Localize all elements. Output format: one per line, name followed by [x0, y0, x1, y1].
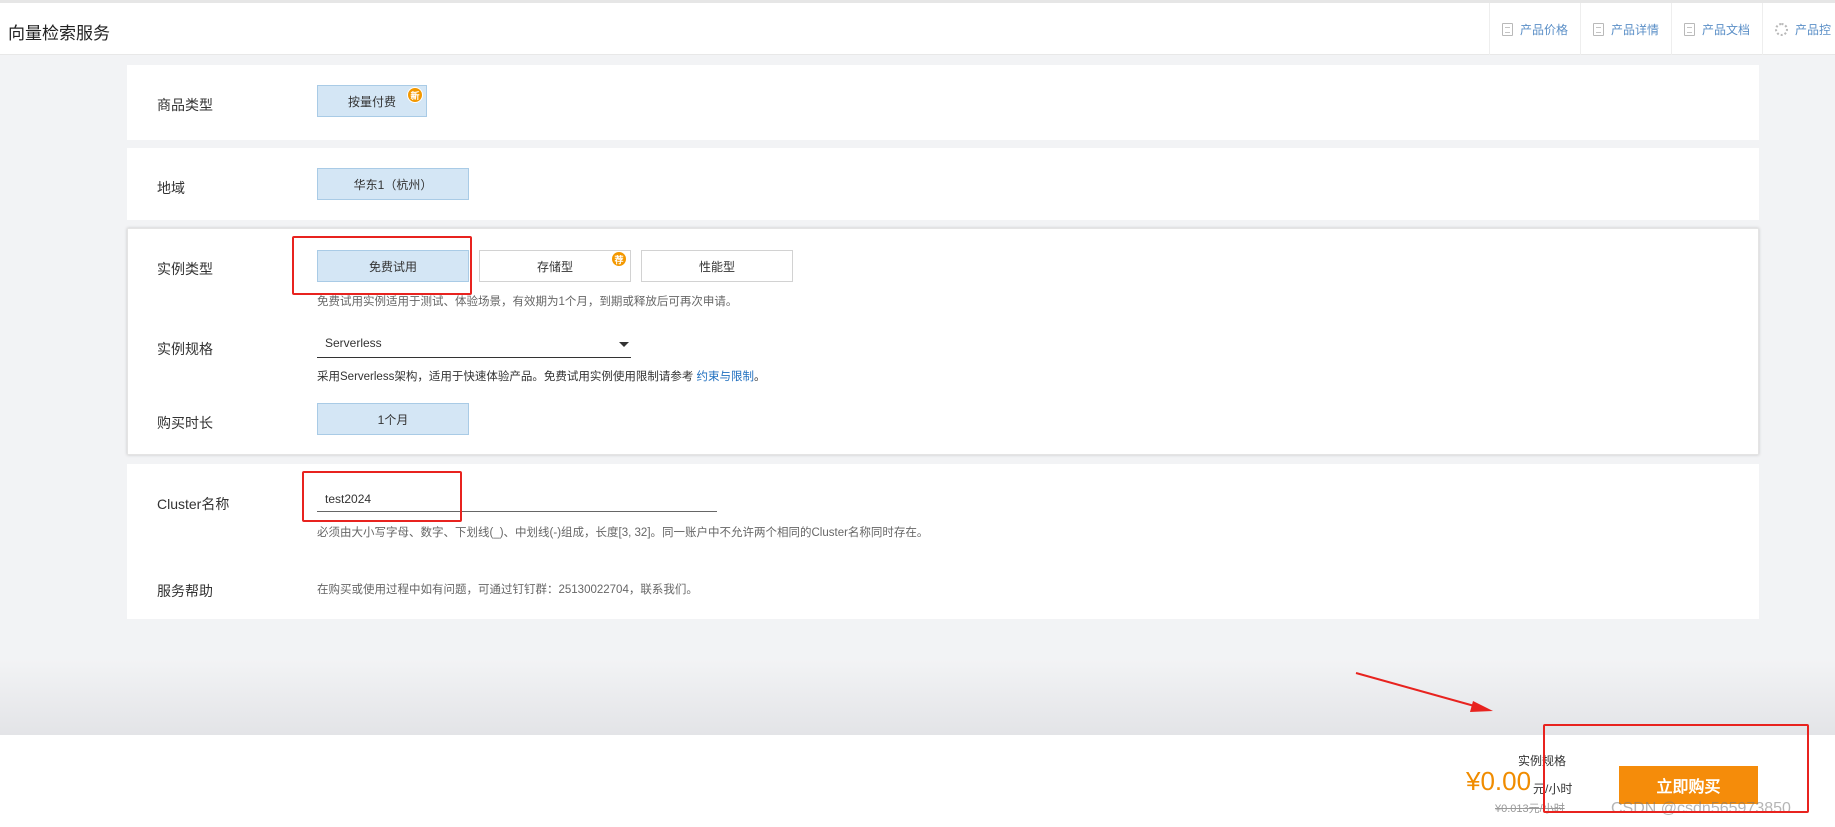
annotation-arrow — [1355, 672, 1493, 712]
